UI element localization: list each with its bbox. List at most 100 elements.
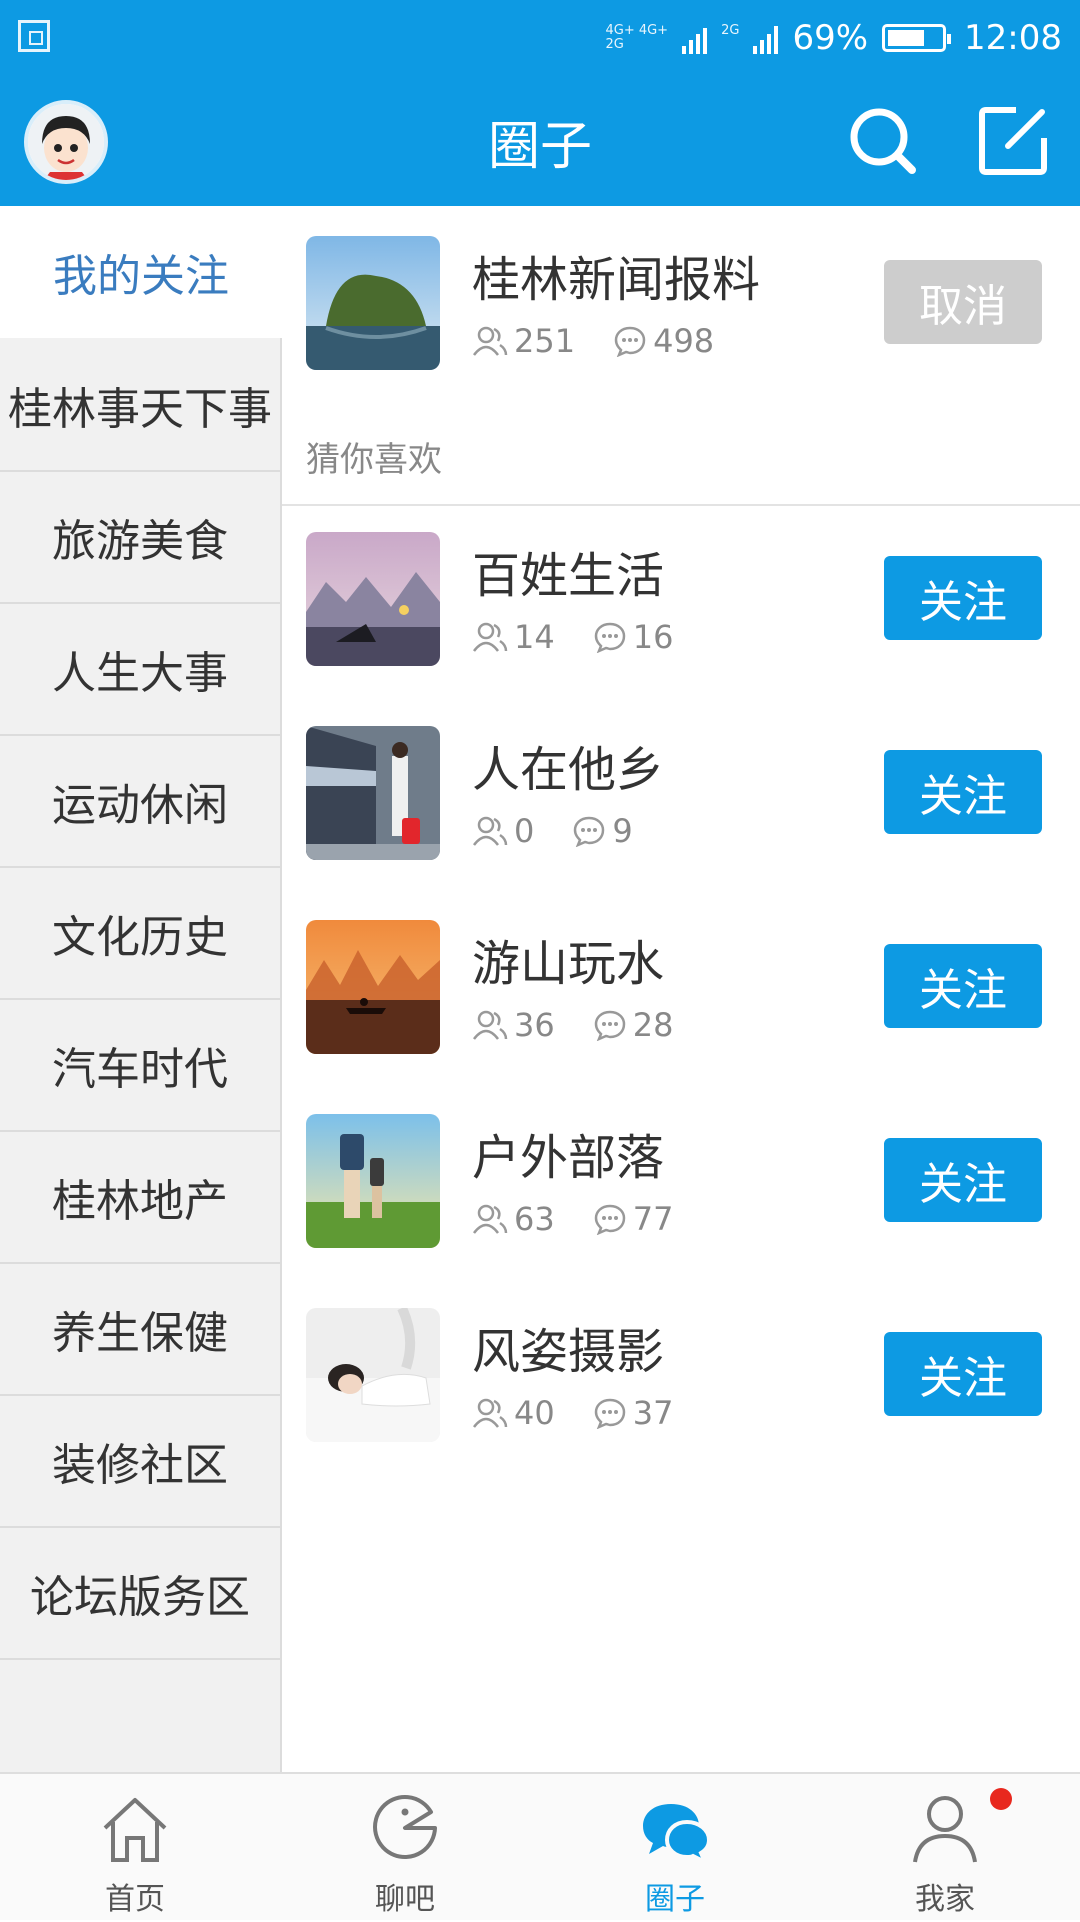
sidebar-item-sports[interactable]: 运动休闲 xyxy=(0,736,280,868)
circle-stats: 63 77 xyxy=(472,1200,711,1238)
member-count-value: 251 xyxy=(514,322,576,360)
circle-stats: 251 498 xyxy=(472,322,752,360)
circle-thumbnail xyxy=(306,1308,440,1442)
circle-stats: 14 16 xyxy=(472,618,711,656)
nav-home[interactable]: 首页 xyxy=(0,1774,270,1922)
network-type: 4G+ 4G+ 2G xyxy=(605,24,668,52)
sidebar-item-culture-history[interactable]: 文化历史 xyxy=(0,868,280,1000)
nav-circles[interactable]: 圈子 xyxy=(540,1774,810,1922)
sidebar-item-label: 运动休闲 xyxy=(52,780,228,831)
comments-icon xyxy=(594,1010,625,1041)
sidebar-item-real-estate[interactable]: 桂林地产 xyxy=(0,1132,280,1264)
list-item[interactable]: 游山玩水 36 28 关注 xyxy=(282,920,1080,1060)
status-right: 4G+ 4G+ 2G 2G 69% 12:08 xyxy=(605,14,1062,62)
home-icon xyxy=(103,1798,167,1862)
member-count: 251 xyxy=(472,322,575,360)
clock: 12:08 xyxy=(964,18,1062,58)
sidebar-item-decoration[interactable]: 装修社区 xyxy=(0,1396,280,1528)
sidebar-item-cars[interactable]: 汽车时代 xyxy=(0,1000,280,1132)
follow-button-label: 关注 xyxy=(919,577,1007,628)
post-count: 16 xyxy=(593,618,674,656)
network-2g: 2G xyxy=(721,24,739,52)
member-count-value: 40 xyxy=(514,1394,555,1432)
circle-title: 风姿摄影 xyxy=(472,1324,665,1380)
follow-button-label: 关注 xyxy=(919,1353,1007,1404)
member-count: 14 xyxy=(472,618,555,656)
list-item[interactable]: 桂林新闻报料 251 498 取消 xyxy=(282,236,1080,376)
sidebar-item-life-events[interactable]: 人生大事 xyxy=(0,604,280,736)
nav-home-label: 首页 xyxy=(105,1882,165,1917)
comments-icon xyxy=(574,816,605,847)
nav-chat[interactable]: 聊吧 xyxy=(270,1774,540,1922)
sidebar-item-label: 养生保健 xyxy=(52,1308,228,1359)
network-top-label: 4G+ 4G+ xyxy=(605,23,669,38)
sidebar-item-label: 汽车时代 xyxy=(52,1044,228,1095)
battery-fill xyxy=(888,30,925,46)
sidebar-item-guilin-news[interactable]: 桂林事天下事 xyxy=(0,340,280,472)
circle-stats: 36 28 xyxy=(472,1006,711,1044)
status-bar: 4G+ 4G+ 2G 2G 69% 12:08 xyxy=(0,0,1080,76)
circle-stats: 0 9 xyxy=(472,812,671,850)
sidebar-item-label: 人生大事 xyxy=(52,648,228,699)
follow-button-label: 关注 xyxy=(919,1159,1007,1210)
circle-title: 百姓生活 xyxy=(472,548,665,604)
list-item[interactable]: 百姓生活 14 16 关注 xyxy=(282,532,1080,672)
battery-percent: 69% xyxy=(792,18,869,58)
circle-title: 游山玩水 xyxy=(472,936,665,992)
person-icon xyxy=(913,1796,977,1863)
search-button[interactable] xyxy=(846,104,920,178)
members-icon xyxy=(473,326,508,356)
unfollow-button[interactable]: 取消 xyxy=(884,260,1042,344)
nav-circles-label: 圈子 xyxy=(645,1882,705,1917)
circle-stats: 40 37 xyxy=(472,1394,711,1432)
bottom-nav: 首页 聊吧 圈子 我家 xyxy=(0,1772,1080,1920)
sidebar-item-forum-admin[interactable]: 论坛版务区 xyxy=(0,1528,280,1660)
screenshot-icon xyxy=(18,20,50,52)
post-count-value: 498 xyxy=(653,322,715,360)
member-count-value: 0 xyxy=(514,812,535,850)
follow-button[interactable]: 关注 xyxy=(884,1332,1042,1416)
members-icon xyxy=(473,1398,508,1428)
sidebar-item-travel-food[interactable]: 旅游美食 xyxy=(0,472,280,604)
sidebar-item-label: 桂林地产 xyxy=(52,1176,228,1227)
follow-button[interactable]: 关注 xyxy=(884,944,1042,1028)
list-item[interactable]: 风姿摄影 40 37 关注 xyxy=(282,1308,1080,1448)
sidebar-item-label: 旅游美食 xyxy=(52,516,228,567)
follow-button[interactable]: 关注 xyxy=(884,1138,1042,1222)
follow-button[interactable]: 关注 xyxy=(884,556,1042,640)
members-icon xyxy=(473,1010,508,1040)
circle-thumbnail xyxy=(306,532,440,666)
sidebar-item-my-follows[interactable]: 我的关注 xyxy=(0,206,282,338)
category-sidebar: 我的关注 桂林事天下事 旅游美食 人生大事 运动休闲 文化历史 汽车时代 桂林地… xyxy=(0,206,282,1772)
hikers-image xyxy=(306,1114,440,1248)
notification-badge xyxy=(990,1788,1012,1810)
sidebar-item-label: 装修社区 xyxy=(52,1440,228,1491)
members-icon xyxy=(473,816,508,846)
nav-profile-label: 我家 xyxy=(915,1882,975,1917)
signal-icon-2 xyxy=(753,22,779,54)
members-icon xyxy=(473,622,508,652)
member-count-value: 63 xyxy=(514,1200,555,1238)
member-count: 63 xyxy=(472,1200,555,1238)
battery-icon xyxy=(882,24,952,52)
follow-button[interactable]: 关注 xyxy=(884,750,1042,834)
nav-profile[interactable]: 我家 xyxy=(810,1774,1080,1922)
sidebar-item-health[interactable]: 养生保健 xyxy=(0,1264,280,1396)
circle-title: 桂林新闻报料 xyxy=(472,252,761,308)
member-count-value: 36 xyxy=(514,1006,555,1044)
post-count: 77 xyxy=(593,1200,673,1238)
list-item[interactable]: 人在他乡 0 9 关注 xyxy=(282,726,1080,866)
list-item[interactable]: 户外部落 63 77 关注 xyxy=(282,1114,1080,1254)
comments-icon xyxy=(614,326,646,357)
post-count-value: 9 xyxy=(612,812,633,850)
follow-button-label: 关注 xyxy=(919,771,1007,822)
compose-button[interactable] xyxy=(976,104,1050,178)
circle-title: 户外部落 xyxy=(472,1130,665,1186)
post-count: 37 xyxy=(593,1394,673,1432)
edit-icon xyxy=(979,107,1047,175)
chat-face-icon xyxy=(373,1795,437,1859)
post-count-value: 16 xyxy=(632,618,674,656)
signal-icon xyxy=(682,22,708,54)
network-bottom-label: 2G xyxy=(605,37,624,52)
sidebar-item-label: 我的关注 xyxy=(53,251,229,302)
